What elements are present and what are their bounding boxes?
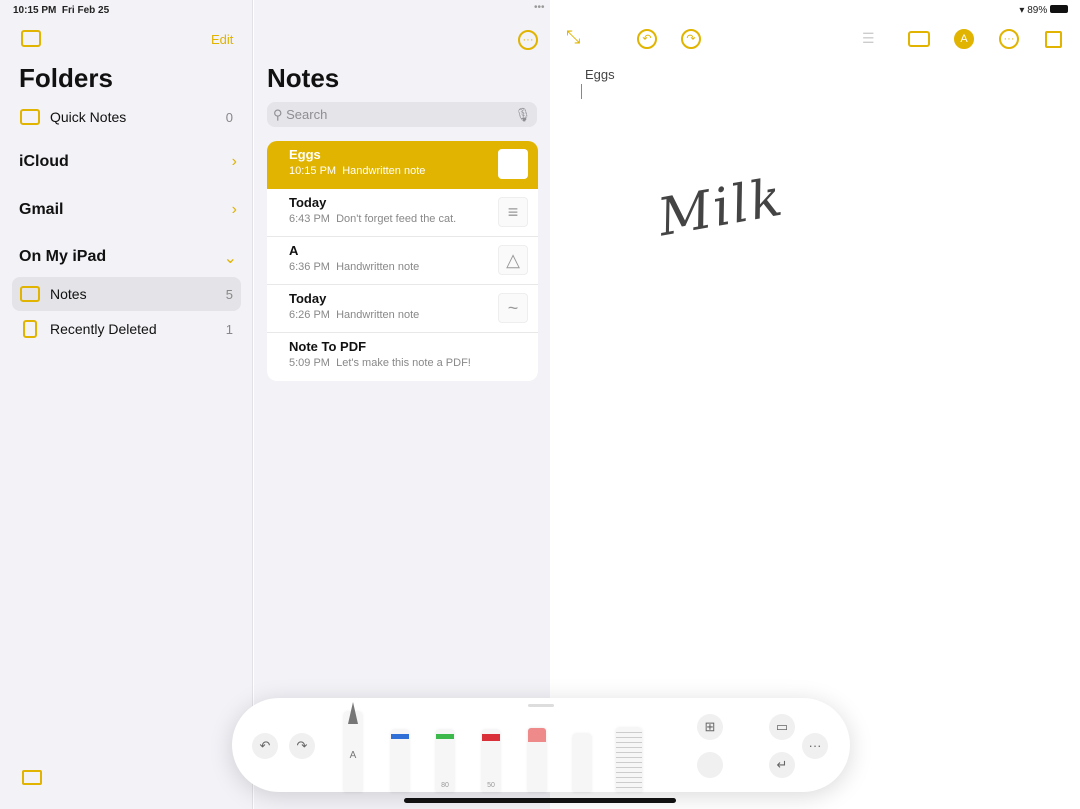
multitask-dots-icon[interactable]: ••• <box>534 2 545 13</box>
battery-level: 89% <box>1027 5 1048 16</box>
note-thumbnail: ≡ <box>498 197 528 227</box>
note-item[interactable]: A 6:36 PM Handwritten note △ <box>267 237 538 285</box>
more-icon[interactable]: ··· <box>802 733 828 759</box>
keyboard-icon[interactable]: ▭ <box>769 714 795 740</box>
notes-list-panel: ••• ··· Notes ⚲ Search 🎙 <box>254 0 550 809</box>
eraser-tip <box>528 728 546 742</box>
note-item[interactable]: Eggs 10:15 PM Handwritten note <box>267 141 538 189</box>
section-label: On My iPad <box>19 248 107 265</box>
pencil-tip <box>348 702 358 724</box>
page-title: Folders <box>19 63 113 93</box>
folder-quick-notes[interactable]: Quick Notes 0 <box>12 100 241 134</box>
section-label: iCloud <box>19 153 69 170</box>
lasso-tool[interactable] <box>573 734 591 792</box>
quick-notes-icon <box>20 109 40 125</box>
undo-icon[interactable]: ↶ <box>637 29 657 49</box>
chevron-down-icon: ⌄ <box>223 250 237 267</box>
section-label: Gmail <box>19 201 64 218</box>
palette-grabber[interactable] <box>528 704 554 707</box>
note-item[interactable]: Note To PDF 5:09 PM Let's make this note … <box>267 333 538 381</box>
note-title: Note To PDF <box>289 339 367 354</box>
note-title-text[interactable]: Eggs <box>585 67 615 82</box>
tool-palette: ↶ ↷ A 80 50 ⊞ ▭ ↵ ··· <box>232 698 850 792</box>
trash-icon <box>23 320 37 338</box>
checklist-icon[interactable]: ☰ <box>862 30 875 47</box>
home-indicator[interactable] <box>404 798 676 803</box>
note-preview: Don't forget feed the cat. <box>336 213 457 225</box>
folder-count: 5 <box>225 286 233 302</box>
folder-count: 0 <box>225 109 233 125</box>
note-preview: Handwritten note <box>336 309 420 321</box>
pencil-tool[interactable]: A <box>344 702 362 792</box>
marker-width-label: 80 <box>441 782 449 789</box>
eraser-tool[interactable] <box>528 728 546 792</box>
microphone-icon[interactable]: 🎙 <box>514 107 531 123</box>
folder-count: 1 <box>225 321 233 337</box>
redo-icon[interactable]: ↷ <box>289 733 315 759</box>
handwriting-drawing[interactable]: Milk <box>654 168 789 249</box>
section-on-my-ipad[interactable]: On My iPad ⌄ <box>19 248 237 268</box>
folder-recently-deleted[interactable]: Recently Deleted 1 <box>12 312 241 346</box>
note-item[interactable]: Today 6:43 PM Don't forget feed the cat. ≡ <box>267 189 538 237</box>
undo-icon[interactable]: ↶ <box>252 733 278 759</box>
more-icon[interactable]: ··· <box>999 29 1019 49</box>
search-input[interactable]: ⚲ Search 🎙 <box>267 102 537 127</box>
time: 10:15 PM <box>13 5 57 16</box>
folder-label: Recently Deleted <box>50 321 157 337</box>
section-icloud[interactable]: iCloud › <box>19 153 237 171</box>
note-thumbnail: △ <box>498 245 528 275</box>
crayon-color-band <box>482 734 500 741</box>
compose-icon[interactable] <box>1045 31 1062 48</box>
folder-label: Notes <box>50 286 87 302</box>
note-time: 5:09 PM <box>289 357 330 369</box>
table-icon[interactable]: ⊞ <box>697 714 723 740</box>
crayon-tool[interactable]: 50 <box>482 730 500 792</box>
ruler-tool[interactable] <box>616 728 642 792</box>
chevron-right-icon: › <box>231 201 237 218</box>
more-icon[interactable]: ··· <box>518 30 538 50</box>
note-thumbnail <box>498 149 528 179</box>
expand-icon[interactable]: ⤡ <box>566 27 580 48</box>
return-icon[interactable]: ↵ <box>769 752 795 778</box>
note-preview: Let's make this note a PDF! <box>336 357 471 369</box>
format-icon[interactable] <box>697 752 723 778</box>
notes-list: Eggs 10:15 PM Handwritten note Today 6:43 … <box>267 141 538 381</box>
note-time: 6:43 PM <box>289 213 330 225</box>
note-preview: Handwritten note <box>336 261 420 273</box>
pencil-label: A <box>349 750 357 761</box>
note-time: 6:26 PM <box>289 309 330 321</box>
marker-color-band <box>436 734 454 739</box>
edit-button[interactable]: Edit <box>211 32 233 47</box>
folders-sidebar: 10:15 PM Fri Feb 25 Edit Folders Quick N… <box>0 0 253 809</box>
note-time: 6:36 PM <box>289 261 330 273</box>
search-icon: ⚲ <box>273 106 287 122</box>
status-battery: ▾ 89% <box>1019 5 1068 16</box>
new-folder-icon[interactable] <box>22 770 42 785</box>
note-editor: ▾ 89% ⤡ ↶ ↷ ☰ A ··· Eggs Milk <box>550 0 1080 809</box>
section-gmail[interactable]: Gmail › <box>19 201 237 219</box>
sidebar-toggle-icon[interactable] <box>21 30 41 47</box>
pen-tool[interactable] <box>391 730 409 792</box>
note-preview: Handwritten note <box>342 165 426 177</box>
note-thumbnail: ~ <box>498 293 528 323</box>
status-time: 10:15 PM Fri Feb 25 <box>13 5 109 16</box>
crayon-width-label: 50 <box>487 782 495 789</box>
battery-icon <box>1050 5 1068 13</box>
list-title: Notes <box>267 63 340 93</box>
folder-icon <box>20 286 40 302</box>
folder-label: Quick Notes <box>50 109 127 125</box>
date: Fri Feb 25 <box>61 5 110 16</box>
redo-icon[interactable]: ↷ <box>681 29 701 49</box>
search-placeholder: Search <box>286 107 328 122</box>
chevron-right-icon: › <box>231 153 237 170</box>
markup-icon[interactable]: A <box>954 29 974 49</box>
note-time: 10:15 PM <box>289 165 337 177</box>
text-cursor <box>581 84 582 99</box>
note-item[interactable]: Today 6:26 PM Handwritten note ~ <box>267 285 538 333</box>
pen-color-band <box>391 734 409 739</box>
camera-icon[interactable] <box>908 31 930 47</box>
folder-notes[interactable]: Notes 5 <box>12 277 241 311</box>
marker-tool[interactable]: 80 <box>436 730 454 792</box>
